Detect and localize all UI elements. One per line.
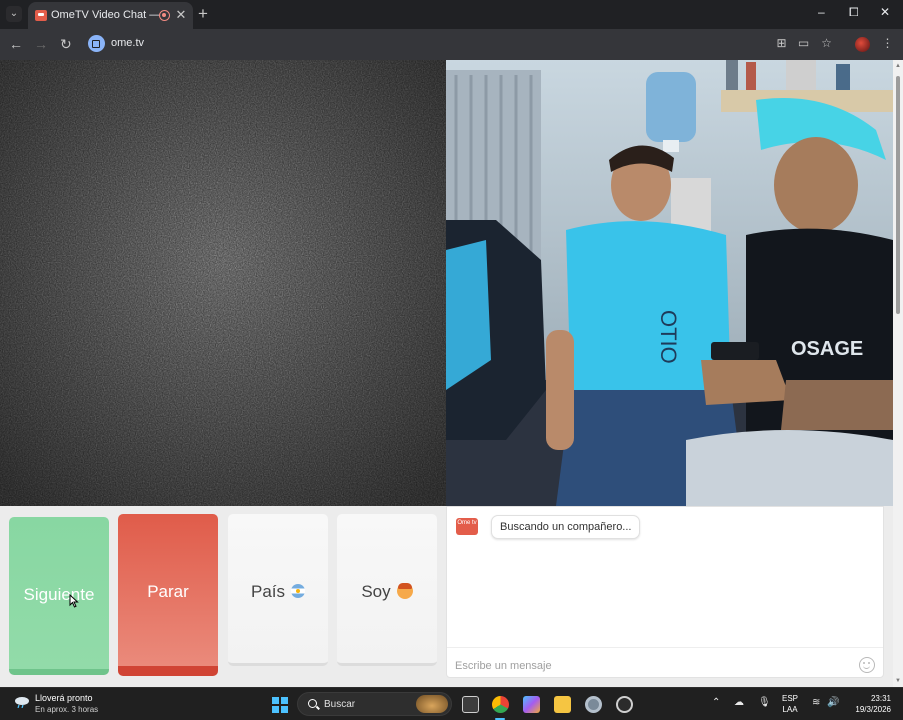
country-button-content: País — [228, 582, 328, 602]
recording-app-icon[interactable] — [616, 696, 633, 713]
gender-button-content: Soy — [337, 582, 437, 602]
show-hidden-icons-chevron-icon[interactable]: ⌃ — [712, 697, 720, 708]
onedrive-cloud-icon[interactable]: ☁ — [734, 697, 744, 708]
tab-title: OmeTV Video Chat — Omegle — [51, 9, 163, 21]
wifi-icon[interactable]: ≋ — [812, 697, 820, 708]
browser-tab[interactable]: OmeTV Video Chat — Omegle ✕ — [28, 2, 193, 29]
svg-text:OTIO: OTIO — [656, 310, 681, 364]
maximize-button[interactable]: ⧠ — [849, 5, 859, 20]
partner-video-static — [0, 60, 446, 506]
volume-icon[interactable]: 🔊 — [827, 697, 839, 708]
cast-icon[interactable]: ▭ — [797, 37, 810, 50]
scrollbar-thumb[interactable] — [896, 76, 900, 314]
gender-button-label: Soy — [361, 582, 391, 601]
windows-start-icon[interactable] — [272, 697, 288, 713]
windows-taskbar: Lloverá pronto En aprox. 3 horas Buscar … — [0, 687, 903, 720]
clock-date: 19/3/2026 — [855, 705, 891, 714]
stop-button[interactable]: Parar — [118, 514, 218, 676]
chat-divider — [447, 647, 883, 648]
browser-tab-strip: ⌄ OmeTV Video Chat — Omegle ✕ + – ⧠ ✕ — [0, 0, 903, 29]
clock-time: 23:31 — [870, 694, 891, 703]
next-button-label: Siguiente — [23, 585, 95, 604]
scroll-down-arrow-icon[interactable]: ▼ — [895, 678, 901, 684]
tab-close-icon[interactable]: ✕ — [174, 7, 188, 23]
keyboard-layout: LAA — [782, 705, 798, 714]
system-clock[interactable]: 23:31 19/3/2026 — [849, 693, 891, 715]
stop-button-label: Parar — [147, 582, 189, 601]
bookmark-star-icon[interactable]: ☆ — [820, 37, 833, 50]
search-highlight-image — [416, 695, 448, 713]
weather-subtitle: En aprox. 3 horas — [35, 705, 99, 714]
settings-gear-icon[interactable] — [585, 696, 602, 713]
copilot-icon[interactable] — [523, 696, 540, 713]
file-explorer-icon[interactable] — [554, 696, 571, 713]
country-button-label: País — [250, 582, 286, 601]
gender-button[interactable]: Soy — [337, 514, 437, 666]
taskbar-search[interactable]: Buscar — [297, 692, 452, 716]
emoji-icon[interactable] — [859, 657, 875, 673]
site-info-icon[interactable] — [88, 35, 105, 52]
microphone-icon[interactable]: 🎙 — [758, 697, 771, 708]
next-button[interactable]: Siguiente — [9, 517, 109, 675]
mouse-cursor-icon — [69, 594, 79, 608]
message-input[interactable]: Escribe un mensaje — [455, 660, 552, 672]
scroll-up-arrow-icon[interactable]: ▲ — [895, 63, 901, 69]
rain-cloud-icon[interactable] — [14, 696, 30, 708]
forward-arrow-icon[interactable]: → — [34, 36, 48, 52]
address-bar[interactable]: ome.tv — [84, 32, 840, 56]
back-arrow-icon[interactable]: ← — [9, 36, 23, 52]
self-camera-feed: OTIO OSAGE — [446, 60, 893, 506]
chrome-icon[interactable] — [492, 696, 509, 713]
browser-menu-icon[interactable]: ⋮ — [881, 37, 894, 50]
url-text: ome.tv — [111, 37, 145, 49]
reload-icon[interactable]: ↻ — [60, 36, 72, 52]
chat-panel: Ome tv Buscando un compañero... Escribe … — [446, 506, 884, 678]
weather-title[interactable]: Lloverá pronto — [35, 693, 93, 703]
boy-face-icon — [396, 583, 413, 599]
new-tab-button[interactable]: + — [198, 5, 208, 22]
minimize-button[interactable]: – — [818, 5, 825, 19]
argentina-flag-icon — [291, 584, 306, 598]
svg-text:OSAGE: OSAGE — [791, 338, 863, 360]
task-view-icon[interactable] — [462, 696, 479, 713]
search-icon — [308, 699, 317, 708]
status-message: Buscando un compañero... — [491, 515, 641, 539]
recording-indicator-icon — [159, 10, 170, 21]
tab-search-icon[interactable]: ⌄ — [6, 6, 22, 22]
language-indicator[interactable]: ESP LAA — [782, 693, 798, 715]
translate-icon[interactable]: ⊞ — [775, 37, 788, 50]
browser-toolbar: ← → ↻ ome.tv ⊞ ▭ ☆ ⋮ — [0, 29, 903, 60]
ometv-logo-icon: Ome tv — [456, 518, 478, 535]
search-label: Buscar — [324, 699, 356, 710]
language-code: ESP — [782, 694, 799, 703]
close-window-button[interactable]: ✕ — [880, 5, 890, 19]
country-button[interactable]: País — [228, 514, 328, 666]
ometv-favicon-icon — [35, 10, 47, 21]
profile-avatar[interactable] — [855, 37, 870, 52]
